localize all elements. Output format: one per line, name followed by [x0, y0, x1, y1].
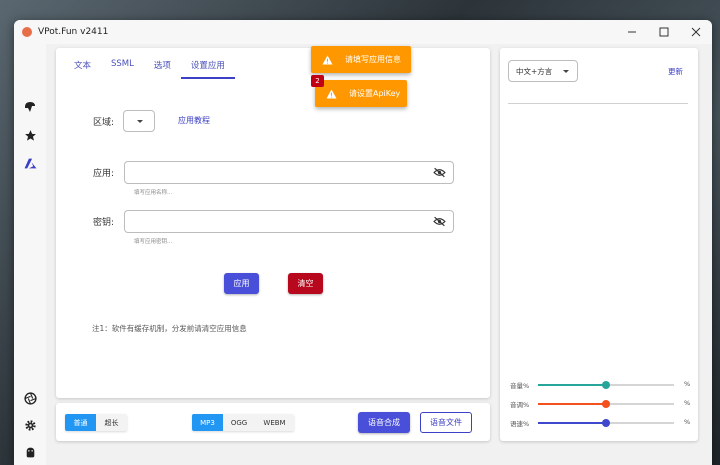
format-toggle: MP3 OGG WEBM	[192, 414, 294, 431]
warning-icon	[326, 88, 337, 99]
speed-knob[interactable]	[602, 419, 610, 427]
speed-unit: %	[684, 418, 691, 426]
mode-normal[interactable]: 普通	[65, 414, 96, 431]
nav-azure[interactable]	[14, 152, 46, 174]
pitch-knob[interactable]	[602, 400, 610, 408]
volume-label: 音量%	[510, 382, 530, 390]
region-label: 区域:	[93, 118, 115, 128]
speed-label: 语速%	[510, 420, 530, 428]
eye-off-icon[interactable]	[433, 167, 446, 178]
aperture-icon	[23, 391, 37, 405]
key-label: 密钥:	[93, 218, 115, 228]
nav-settings[interactable]	[14, 414, 46, 436]
speed-slider[interactable]	[538, 419, 674, 427]
close-icon	[691, 27, 701, 37]
tab-options[interactable]: 选项	[144, 54, 181, 79]
close-button[interactable]	[680, 20, 712, 44]
synthesize-button[interactable]: 语音合成	[358, 412, 410, 433]
pitch-fill	[538, 403, 606, 405]
app-window: VPot.Fun v2411 文本 SSML 选项 设置应用 区域: 应用教程 …	[14, 20, 712, 465]
warning-icon	[322, 54, 333, 65]
nav-favorites[interactable]	[14, 124, 46, 146]
language-value: 中文+方言	[516, 66, 553, 76]
mode-long[interactable]: 超长	[96, 414, 127, 431]
format-webm[interactable]: WEBM	[255, 414, 294, 431]
clear-button[interactable]: 清空	[288, 273, 323, 294]
robot-icon	[26, 447, 34, 457]
speaker-icon	[25, 102, 35, 112]
pitch-label: 音调%	[510, 401, 530, 409]
tab-app-settings[interactable]: 设置应用	[180, 54, 235, 79]
format-mp3[interactable]: MP3	[192, 414, 223, 431]
refresh-link[interactable]: 更新	[668, 66, 683, 77]
app-label: 应用:	[93, 169, 115, 179]
app-logo-icon	[22, 27, 32, 37]
azure-icon	[24, 158, 36, 168]
language-select[interactable]: 中文+方言	[508, 60, 578, 82]
star-icon	[24, 129, 36, 141]
region-select[interactable]	[123, 110, 155, 132]
tab-text[interactable]: 文本	[64, 54, 101, 79]
app-name-input[interactable]	[124, 161, 454, 184]
toast-count-badge: 2	[311, 75, 324, 87]
volume-knob[interactable]	[602, 381, 610, 389]
toast-fill-app-info[interactable]: 请填写应用信息	[311, 46, 411, 73]
title-bar: VPot.Fun v2411	[14, 20, 712, 44]
mode-toggle: 普通 超长	[65, 414, 127, 431]
chevron-down-icon	[563, 70, 569, 73]
volume-fill	[538, 384, 606, 386]
left-nav	[14, 44, 46, 465]
eye-off-icon[interactable]	[433, 216, 446, 227]
nav-speaker[interactable]	[14, 96, 46, 118]
tab-ssml[interactable]: SSML	[101, 54, 144, 79]
chevron-down-icon	[137, 120, 143, 123]
audio-file-button[interactable]: 语音文件	[420, 412, 472, 433]
divider	[508, 103, 688, 104]
nav-android[interactable]	[14, 441, 46, 463]
minimize-icon	[628, 31, 636, 33]
maximize-button[interactable]	[648, 20, 680, 44]
toast-message: 请填写应用信息	[345, 55, 401, 64]
tab-bar: 文本 SSML 选项 设置应用	[64, 54, 235, 79]
app-key-input[interactable]	[124, 210, 454, 233]
volume-slider[interactable]	[538, 381, 674, 389]
speed-fill	[538, 422, 606, 424]
apply-button[interactable]: 应用	[224, 273, 259, 294]
format-ogg[interactable]: OGG	[223, 414, 255, 431]
toast-set-apikey[interactable]: 2 请设置ApiKey	[311, 75, 407, 107]
speed-slider-row: 语速% %	[510, 417, 690, 429]
cache-note: 注1：软件有缓存机制，分发前请清空应用信息	[92, 324, 247, 333]
app-key-hint: 填写应用密钥...	[134, 239, 173, 245]
maximize-icon	[659, 27, 669, 37]
nav-camera[interactable]	[14, 387, 46, 409]
volume-slider-row: 音量% %	[510, 379, 690, 391]
pitch-unit: %	[684, 399, 691, 407]
app-name-hint: 填写应用名称...	[134, 190, 173, 196]
tutorial-link[interactable]: 应用教程	[178, 115, 210, 126]
bottom-toolbar: 普通 超长 MP3 OGG WEBM 语音合成 语音文件	[56, 403, 490, 441]
volume-unit: %	[684, 380, 691, 388]
gear-icon	[24, 419, 36, 431]
voice-panel: 中文+方言 更新 音量% % 音调% % 语速% %	[500, 48, 698, 441]
pitch-slider[interactable]	[538, 400, 674, 408]
toast-message: 请设置ApiKey	[349, 89, 401, 98]
pitch-slider-row: 音调% %	[510, 398, 690, 410]
window-title: VPot.Fun v2411	[38, 27, 109, 37]
minimize-button[interactable]	[616, 20, 648, 44]
settings-panel: 文本 SSML 选项 设置应用 区域: 应用教程 应用: 填写应用名称... 密…	[56, 48, 490, 398]
